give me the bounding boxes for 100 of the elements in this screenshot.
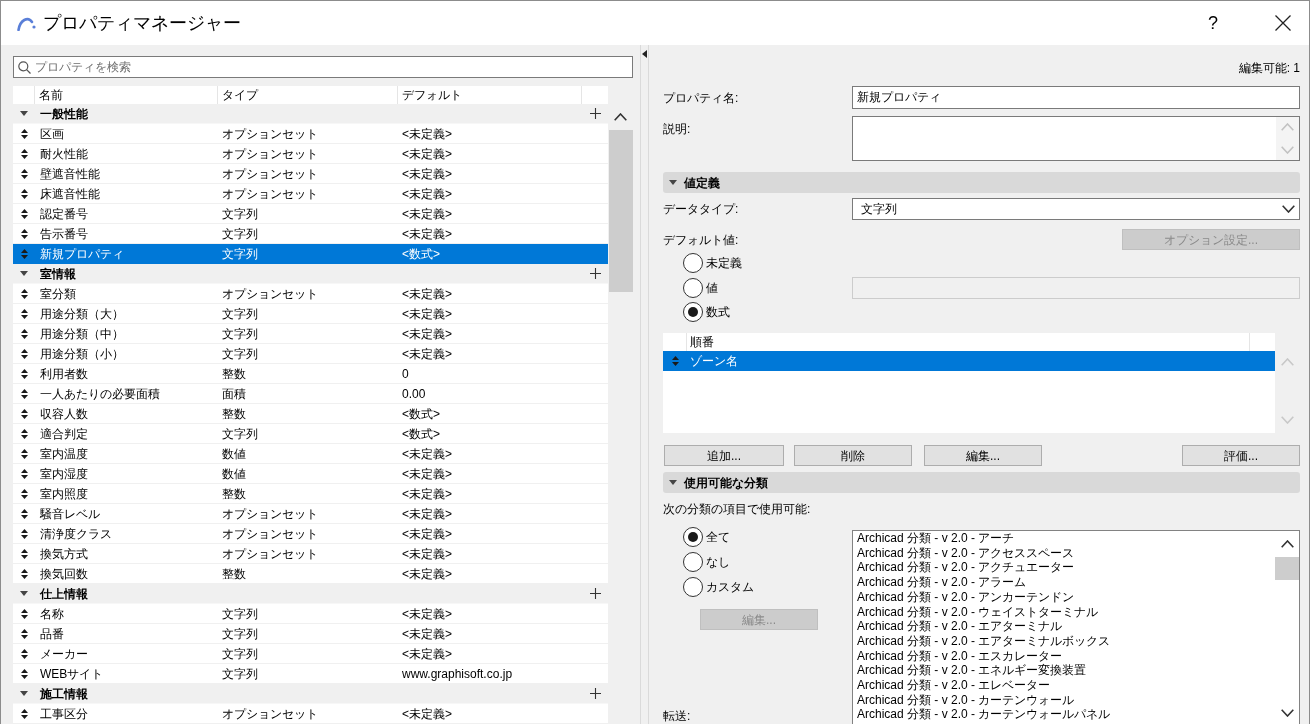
up-down-arrows-icon[interactable] <box>20 708 28 719</box>
section-header[interactable]: 値定義 <box>663 172 1300 193</box>
up-down-arrows-icon[interactable] <box>20 648 28 659</box>
table-row[interactable]: 用途分類（小） 文字列 <未定義> <box>13 344 608 364</box>
dialog-button[interactable]: 削除 <box>794 445 912 466</box>
group-row[interactable]: 室情報 <box>13 264 608 284</box>
scrollbar-thumb[interactable] <box>1275 557 1299 580</box>
search-field[interactable]: プロパティを検索 <box>13 56 633 78</box>
caret-down-icon[interactable] <box>669 180 677 185</box>
up-down-arrows-icon[interactable] <box>20 288 28 299</box>
up-down-arrows-icon[interactable] <box>20 328 28 339</box>
table-row[interactable]: 壁遮音性能 オプションセット <未定義> <box>13 164 608 184</box>
list-item[interactable]: Archicad 分類 - v 2.0 - エアターミナルボックス <box>857 633 1275 649</box>
radio-button[interactable] <box>683 552 703 572</box>
up-down-arrows-icon[interactable] <box>20 188 28 199</box>
table-row[interactable]: 清浄度クラス オプションセット <未定義> <box>13 524 608 544</box>
group-row[interactable]: 施工情報 <box>13 684 608 704</box>
table-row[interactable]: 新規プロパティ 文字列 <数式> <box>13 244 608 264</box>
caret-down-icon[interactable] <box>20 111 28 116</box>
table-row[interactable]: 収容人数 整数 <数式> <box>13 404 608 424</box>
data-type-dropdown[interactable]: 文字列 <box>852 198 1300 220</box>
dialog-button[interactable]: 評価... <box>1182 445 1300 466</box>
up-down-arrows-icon[interactable] <box>20 608 28 619</box>
table-row[interactable]: 床遮音性能 オプションセット <未定義> <box>13 184 608 204</box>
plus-icon[interactable] <box>589 268 601 279</box>
list-item[interactable]: Archicad 分類 - v 2.0 - エアターミナル <box>857 619 1275 634</box>
up-down-arrows-icon[interactable] <box>20 568 28 579</box>
list-item[interactable]: Archicad 分類 - v 2.0 - アクチュエーター <box>857 560 1275 576</box>
list-item[interactable]: Archicad 分類 - v 2.0 - ウェイストターミナル <box>857 604 1275 620</box>
table-row[interactable]: 告示番号 文字列 <未定義> <box>13 224 608 244</box>
table-row[interactable]: 室分類 オプションセット <未定義> <box>13 284 608 304</box>
table-row[interactable]: 品番 文字列 <未定義> <box>13 624 608 644</box>
table-row[interactable]: 換気回数 整数 <未定義> <box>13 564 608 584</box>
plus-icon[interactable] <box>589 588 601 599</box>
up-down-arrows-icon[interactable] <box>20 428 28 439</box>
table-row[interactable]: 室内照度 整数 <未定義> <box>13 484 608 504</box>
column-header[interactable]: デフォルト <box>398 86 462 104</box>
help-button[interactable]: ? <box>1190 8 1236 38</box>
caret-down-icon[interactable] <box>20 271 28 276</box>
property-name-field[interactable]: 新規プロパティ <box>852 86 1300 109</box>
table-row[interactable]: 騒音レベル オプションセット <未定義> <box>13 504 608 524</box>
table-row[interactable]: 適合判定 文字列 <数式> <box>13 424 608 444</box>
list-item[interactable]: Archicad 分類 - v 2.0 - エネルギー変換装置 <box>857 663 1275 679</box>
dialog-button[interactable]: 追加... <box>664 445 784 466</box>
radio-button[interactable] <box>683 302 703 322</box>
list-item[interactable]: Archicad 分類 - v 2.0 - アクセススペース <box>857 545 1275 561</box>
plus-icon[interactable] <box>589 108 601 119</box>
group-row[interactable]: 仕上情報 <box>13 584 608 604</box>
caret-down-icon[interactable] <box>669 480 677 485</box>
list-item[interactable]: Archicad 分類 - v 2.0 - アーチ <box>857 531 1275 546</box>
list-item[interactable]: Archicad 分類 - v 2.0 - アンカーテンドン <box>857 589 1275 605</box>
column-header[interactable]: 名前 <box>35 86 63 104</box>
up-down-arrows-icon[interactable] <box>20 548 28 559</box>
up-down-arrows-icon[interactable] <box>20 128 28 139</box>
chevron-down-icon[interactable] <box>1280 709 1294 717</box>
plus-icon[interactable] <box>589 688 601 699</box>
table-row[interactable]: 用途分類（中） 文字列 <未定義> <box>13 324 608 344</box>
table-row[interactable]: 室内湿度 数値 <未定義> <box>13 464 608 484</box>
table-row[interactable]: 用途分類（大） 文字列 <未定義> <box>13 304 608 324</box>
up-down-arrows-icon[interactable] <box>20 228 28 239</box>
radio-button[interactable] <box>683 253 703 273</box>
table-row[interactable]: WEBサイト 文字列 www.graphisoft.co.jp <box>13 664 608 684</box>
list-item[interactable]: Archicad 分類 - v 2.0 - アラーム <box>857 575 1275 590</box>
up-down-arrows-icon[interactable] <box>20 668 28 679</box>
up-down-arrows-icon[interactable] <box>20 508 28 519</box>
dialog-button[interactable]: 編集... <box>924 445 1042 466</box>
table-row[interactable]: 名称 文字列 <未定義> <box>13 604 608 624</box>
up-down-arrows-icon[interactable] <box>20 448 28 459</box>
scrollbar-thumb[interactable] <box>608 130 633 292</box>
table-row[interactable]: 認定番号 文字列 <未定義> <box>13 204 608 224</box>
up-down-arrows-icon[interactable] <box>20 468 28 479</box>
section-header[interactable]: 使用可能な分類 <box>663 472 1300 493</box>
table-row[interactable]: 工事区分 オプションセット <未定義> <box>13 704 608 724</box>
list-item[interactable]: Archicad 分類 - v 2.0 - エスカレーター <box>857 648 1275 664</box>
table-row[interactable]: 耐火性能 オプションセット <未定義> <box>13 144 608 164</box>
list-item[interactable]: Archicad 分類 - v 2.0 - エレベーター <box>857 678 1275 693</box>
list-row[interactable]: ゾーン名 <box>663 351 1275 371</box>
up-down-arrows-icon[interactable] <box>20 348 28 359</box>
up-down-arrows-icon[interactable] <box>20 308 28 319</box>
caret-down-icon[interactable] <box>20 691 28 696</box>
column-header[interactable]: 順番 <box>687 333 714 351</box>
table-row[interactable]: メーカー 文字列 <未定義> <box>13 644 608 664</box>
chevron-up-icon[interactable] <box>614 113 627 121</box>
up-down-arrows-icon[interactable] <box>20 168 28 179</box>
group-row[interactable]: 一般性能 <box>13 104 608 124</box>
radio-button[interactable] <box>683 577 703 597</box>
up-down-arrows-icon[interactable] <box>20 208 28 219</box>
radio-button[interactable] <box>683 527 703 547</box>
list-item[interactable]: Archicad 分類 - v 2.0 - カーテンウォール <box>857 692 1275 708</box>
table-row[interactable]: 区画 オプションセット <未定義> <box>13 124 608 144</box>
up-down-arrows-icon[interactable] <box>20 488 28 499</box>
list-item[interactable]: Archicad 分類 - v 2.0 - カーテンウォールパネル <box>857 707 1275 723</box>
table-row[interactable]: 室内温度 数値 <未定義> <box>13 444 608 464</box>
caret-down-icon[interactable] <box>20 591 28 596</box>
up-down-arrows-icon[interactable] <box>20 148 28 159</box>
up-down-arrows-icon[interactable] <box>20 628 28 639</box>
up-down-arrows-icon[interactable] <box>20 388 28 399</box>
up-down-arrows-icon[interactable] <box>20 528 28 539</box>
up-down-arrows-icon[interactable] <box>20 368 28 379</box>
up-down-arrows-icon[interactable] <box>20 408 28 419</box>
